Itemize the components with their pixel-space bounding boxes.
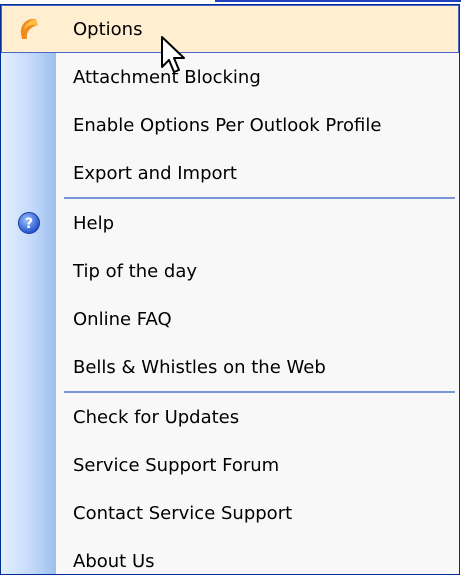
menu-item-label: Contact Service Support xyxy=(73,502,293,524)
help-icon: ? xyxy=(1,199,56,247)
menu-item-label: Check for Updates xyxy=(73,406,240,428)
menu-item-export-and-import[interactable]: Export and Import xyxy=(1,149,459,197)
menu-item-label: Service Support Forum xyxy=(73,454,280,476)
menu-item-check-for-updates[interactable]: Check for Updates xyxy=(1,393,459,441)
menu-item-contact-service-support[interactable]: Contact Service Support xyxy=(1,489,459,537)
menu-item-label: About Us xyxy=(73,550,155,572)
menu-item-label: Tip of the day xyxy=(73,260,198,282)
menu-item-label: Options xyxy=(73,18,143,40)
options-dropdown-menu: Options Attachment Blocking Enable Optio… xyxy=(0,4,460,575)
menu-item-about-us[interactable]: About Us xyxy=(1,537,459,585)
menu-item-service-support-forum[interactable]: Service Support Forum xyxy=(1,441,459,489)
menu-item-options[interactable]: Options xyxy=(1,5,459,53)
menu-item-tip-of-the-day[interactable]: Tip of the day xyxy=(1,247,459,295)
menu-item-attachment-blocking[interactable]: Attachment Blocking xyxy=(1,53,459,101)
menu-item-bells-whistles-web[interactable]: Bells & Whistles on the Web xyxy=(1,343,459,391)
menu-item-label: Bells & Whistles on the Web xyxy=(73,356,326,378)
menu-items: Options Attachment Blocking Enable Optio… xyxy=(1,5,459,585)
parent-menu-edge xyxy=(215,0,461,2)
menu-item-enable-options-per-outlook-profile[interactable]: Enable Options Per Outlook Profile xyxy=(1,101,459,149)
menu-item-label: Export and Import xyxy=(73,162,237,184)
menu-item-help[interactable]: ? Help xyxy=(1,199,459,247)
menu-item-label: Enable Options Per Outlook Profile xyxy=(73,114,382,136)
app-flame-icon xyxy=(1,5,56,53)
svg-text:?: ? xyxy=(24,216,32,232)
menu-item-label: Online FAQ xyxy=(73,308,172,330)
menu-item-online-faq[interactable]: Online FAQ xyxy=(1,295,459,343)
menu-item-label: Help xyxy=(73,212,115,234)
mouse-pointer-icon xyxy=(161,36,185,73)
